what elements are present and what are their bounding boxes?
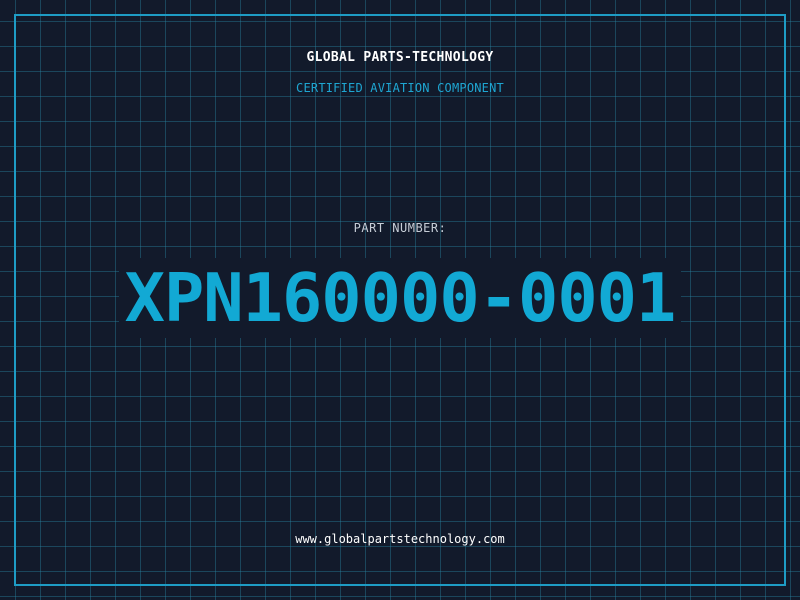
website-url: www.globalpartstechnology.com bbox=[295, 532, 505, 546]
part-number-value: XPN160000-0001 bbox=[118, 258, 682, 338]
part-number-container: XPN160000-0001 bbox=[0, 258, 800, 338]
brand-subtitle: CERTIFIED AVIATION COMPONENT bbox=[296, 81, 504, 95]
brand-title: GLOBAL PARTS-TECHNOLOGY bbox=[306, 50, 494, 65]
part-number-label: PART NUMBER: bbox=[353, 221, 447, 235]
